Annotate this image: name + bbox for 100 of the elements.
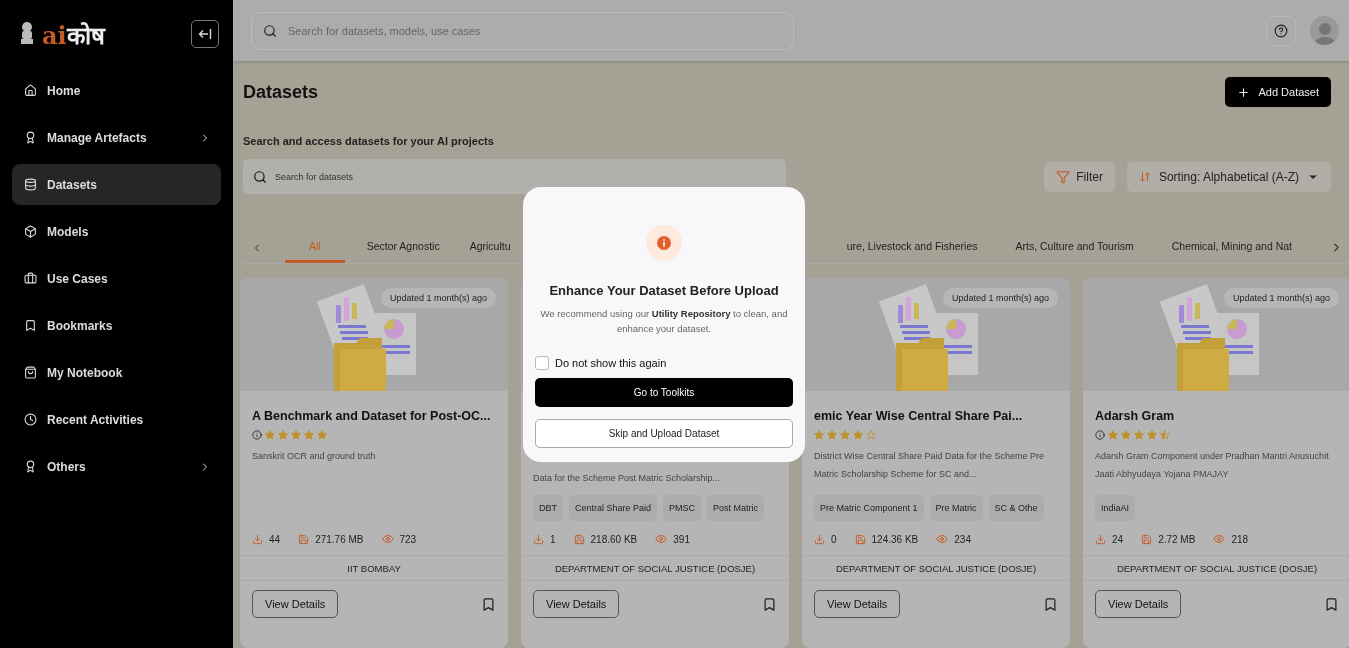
sidebar-label: Bookmarks [47, 318, 114, 333]
sorting-dropdown[interactable]: Sorting: Alphabetical (A-Z) [1126, 161, 1331, 192]
sidebar-item[interactable]: Datasets [12, 164, 221, 205]
eye-icon [655, 533, 668, 545]
category-tab[interactable]: Chemical, Mining and Nat [1163, 232, 1300, 263]
download-count: 0 [831, 533, 837, 545]
star-icon [853, 430, 863, 440]
category-tab[interactable]: Agricultu [461, 232, 519, 263]
star-icon [278, 430, 288, 440]
file-size-icon [573, 533, 585, 545]
download-icon [533, 533, 544, 545]
view-details-button[interactable]: View Details [533, 590, 620, 618]
logo-text: aiकोष [42, 19, 105, 51]
category-tab[interactable]: Arts, Culture and Tourism [1007, 232, 1142, 263]
organization-name: DEPARTMENT OF SOCIAL JUSTICE (DOSJE) [802, 555, 1070, 581]
filter-button[interactable]: Filter [1044, 161, 1115, 192]
updated-badge: Updated 1 month(s) ago [942, 288, 1058, 308]
organization-name: IIT BOMBAY [240, 555, 508, 581]
sidebar-item[interactable]: Home [12, 70, 221, 111]
updated-badge: Updated 1 month(s) ago [1223, 288, 1339, 308]
eye-icon [1213, 533, 1226, 545]
sidebar-item[interactable]: Models [12, 211, 221, 252]
bookmark-icon[interactable] [762, 596, 777, 612]
sidebar-item[interactable]: Others [12, 446, 221, 487]
category-tab[interactable]: Sector Agnostic [358, 232, 448, 263]
sidebar-item[interactable]: Bookmarks [12, 305, 221, 346]
arrow-left-bar-icon [198, 28, 212, 40]
updated-badge: Updated 1 month(s) ago [380, 288, 496, 308]
star-icon [317, 430, 327, 440]
cube-icon [24, 225, 37, 238]
skip-upload-button[interactable]: Skip and Upload Dataset [535, 419, 793, 448]
star-icon [291, 430, 301, 440]
eye-icon [936, 533, 949, 545]
tag: DBT [533, 495, 563, 521]
view-count: 234 [954, 533, 971, 545]
view-details-button[interactable]: View Details [814, 590, 901, 618]
download-icon [814, 533, 825, 545]
star-icon [304, 430, 314, 440]
sidebar-item[interactable]: Manage Artefacts [12, 117, 221, 158]
file-size: 124.36 KB [871, 533, 919, 545]
file-size: 218.60 KB [590, 533, 638, 545]
card-description: Sanskrit OCR and ground truth [252, 450, 377, 463]
tag: Central Share Paid [569, 495, 658, 521]
half-star-icon [1160, 430, 1170, 440]
global-search-field[interactable]: Search for datasets, models, use cases [251, 11, 794, 50]
sidebar-label: Manage Artefacts [47, 130, 148, 145]
search-icon [253, 169, 267, 184]
bookmark-icon[interactable] [1043, 596, 1058, 612]
plus-icon [1237, 85, 1251, 99]
go-to-toolkits-button[interactable]: Go to Toolkits [535, 378, 793, 407]
collapse-sidebar-button[interactable] [191, 20, 219, 48]
info-icon [657, 236, 671, 250]
sidebar-item[interactable]: Use Cases [12, 258, 221, 299]
home-icon [24, 84, 37, 97]
tag: Pre Matric Component 1 [814, 495, 924, 521]
view-details-button[interactable]: View Details [252, 590, 339, 618]
help-button[interactable] [1266, 15, 1296, 46]
ribbon-icon [24, 131, 37, 144]
card-description: District Wise Central Share Paid Data for the Scheme Pre Matric Scholarship Scheme for SC and... [814, 450, 1046, 481]
card-title: emic Year Wise Central Share Pai... [814, 409, 1024, 425]
organization-name: DEPARTMENT OF SOCIAL JUSTICE (DOSJE) [521, 555, 789, 581]
star-icon [265, 430, 275, 440]
file-size-icon [1141, 533, 1153, 545]
card-description: Adarsh Gram Component under Pradhan Mantri Anusuchit Jaati Abhyudaya Yojana PMAJAY [1095, 450, 1330, 481]
sidebar-item[interactable]: Recent Activities [12, 399, 221, 440]
dialog-title: Enhance Your Dataset Before Upload [549, 283, 779, 298]
bookmark-icon[interactable] [1324, 596, 1339, 612]
bookmark-icon[interactable] [481, 596, 496, 612]
add-dataset-button[interactable]: Add Dataset [1225, 77, 1331, 107]
checkbox[interactable] [535, 356, 549, 370]
eye-icon [381, 533, 394, 545]
star-icon [1108, 430, 1118, 440]
card-description: Data for the Scheme Post Matric Scholarship... [533, 472, 722, 485]
card-title: A Benchmark and Dataset for Post-OC... [252, 409, 492, 425]
file-size-icon [854, 533, 866, 545]
help-icon [1274, 23, 1288, 38]
search-icon [263, 23, 277, 38]
tag: PMSC [663, 495, 702, 521]
sidebar-label: Home [47, 83, 82, 98]
download-count: 1 [550, 533, 556, 545]
sidebar-label: My Notebook [47, 365, 124, 380]
info-icon [1095, 430, 1105, 440]
bag-icon [24, 366, 37, 379]
organization-name: DEPARTMENT OF SOCIAL JUSTICE (DOSJE) [1083, 555, 1349, 581]
tag: IndiaAI [1095, 495, 1136, 521]
sidebar-label: Use Cases [47, 271, 109, 286]
star-icon [1147, 430, 1157, 440]
sidebar-item[interactable]: My Notebook [12, 352, 221, 393]
category-tab[interactable]: ure, Livestock and Fisheries [838, 232, 986, 263]
ribbon-icon [24, 460, 37, 473]
view-details-button[interactable]: View Details [1095, 590, 1182, 618]
file-size: 271.76 MB [315, 533, 364, 545]
dialog-message: We recommend using our Utility Repository to clean, and enhance your dataset. [539, 307, 789, 336]
star-icon [1121, 430, 1131, 440]
filter-icon [1056, 169, 1071, 184]
star-icon [827, 430, 837, 440]
card-title: Adarsh Gram [1095, 409, 1176, 425]
download-count: 24 [1112, 533, 1124, 545]
download-icon [1095, 533, 1106, 545]
download-icon [252, 533, 263, 545]
